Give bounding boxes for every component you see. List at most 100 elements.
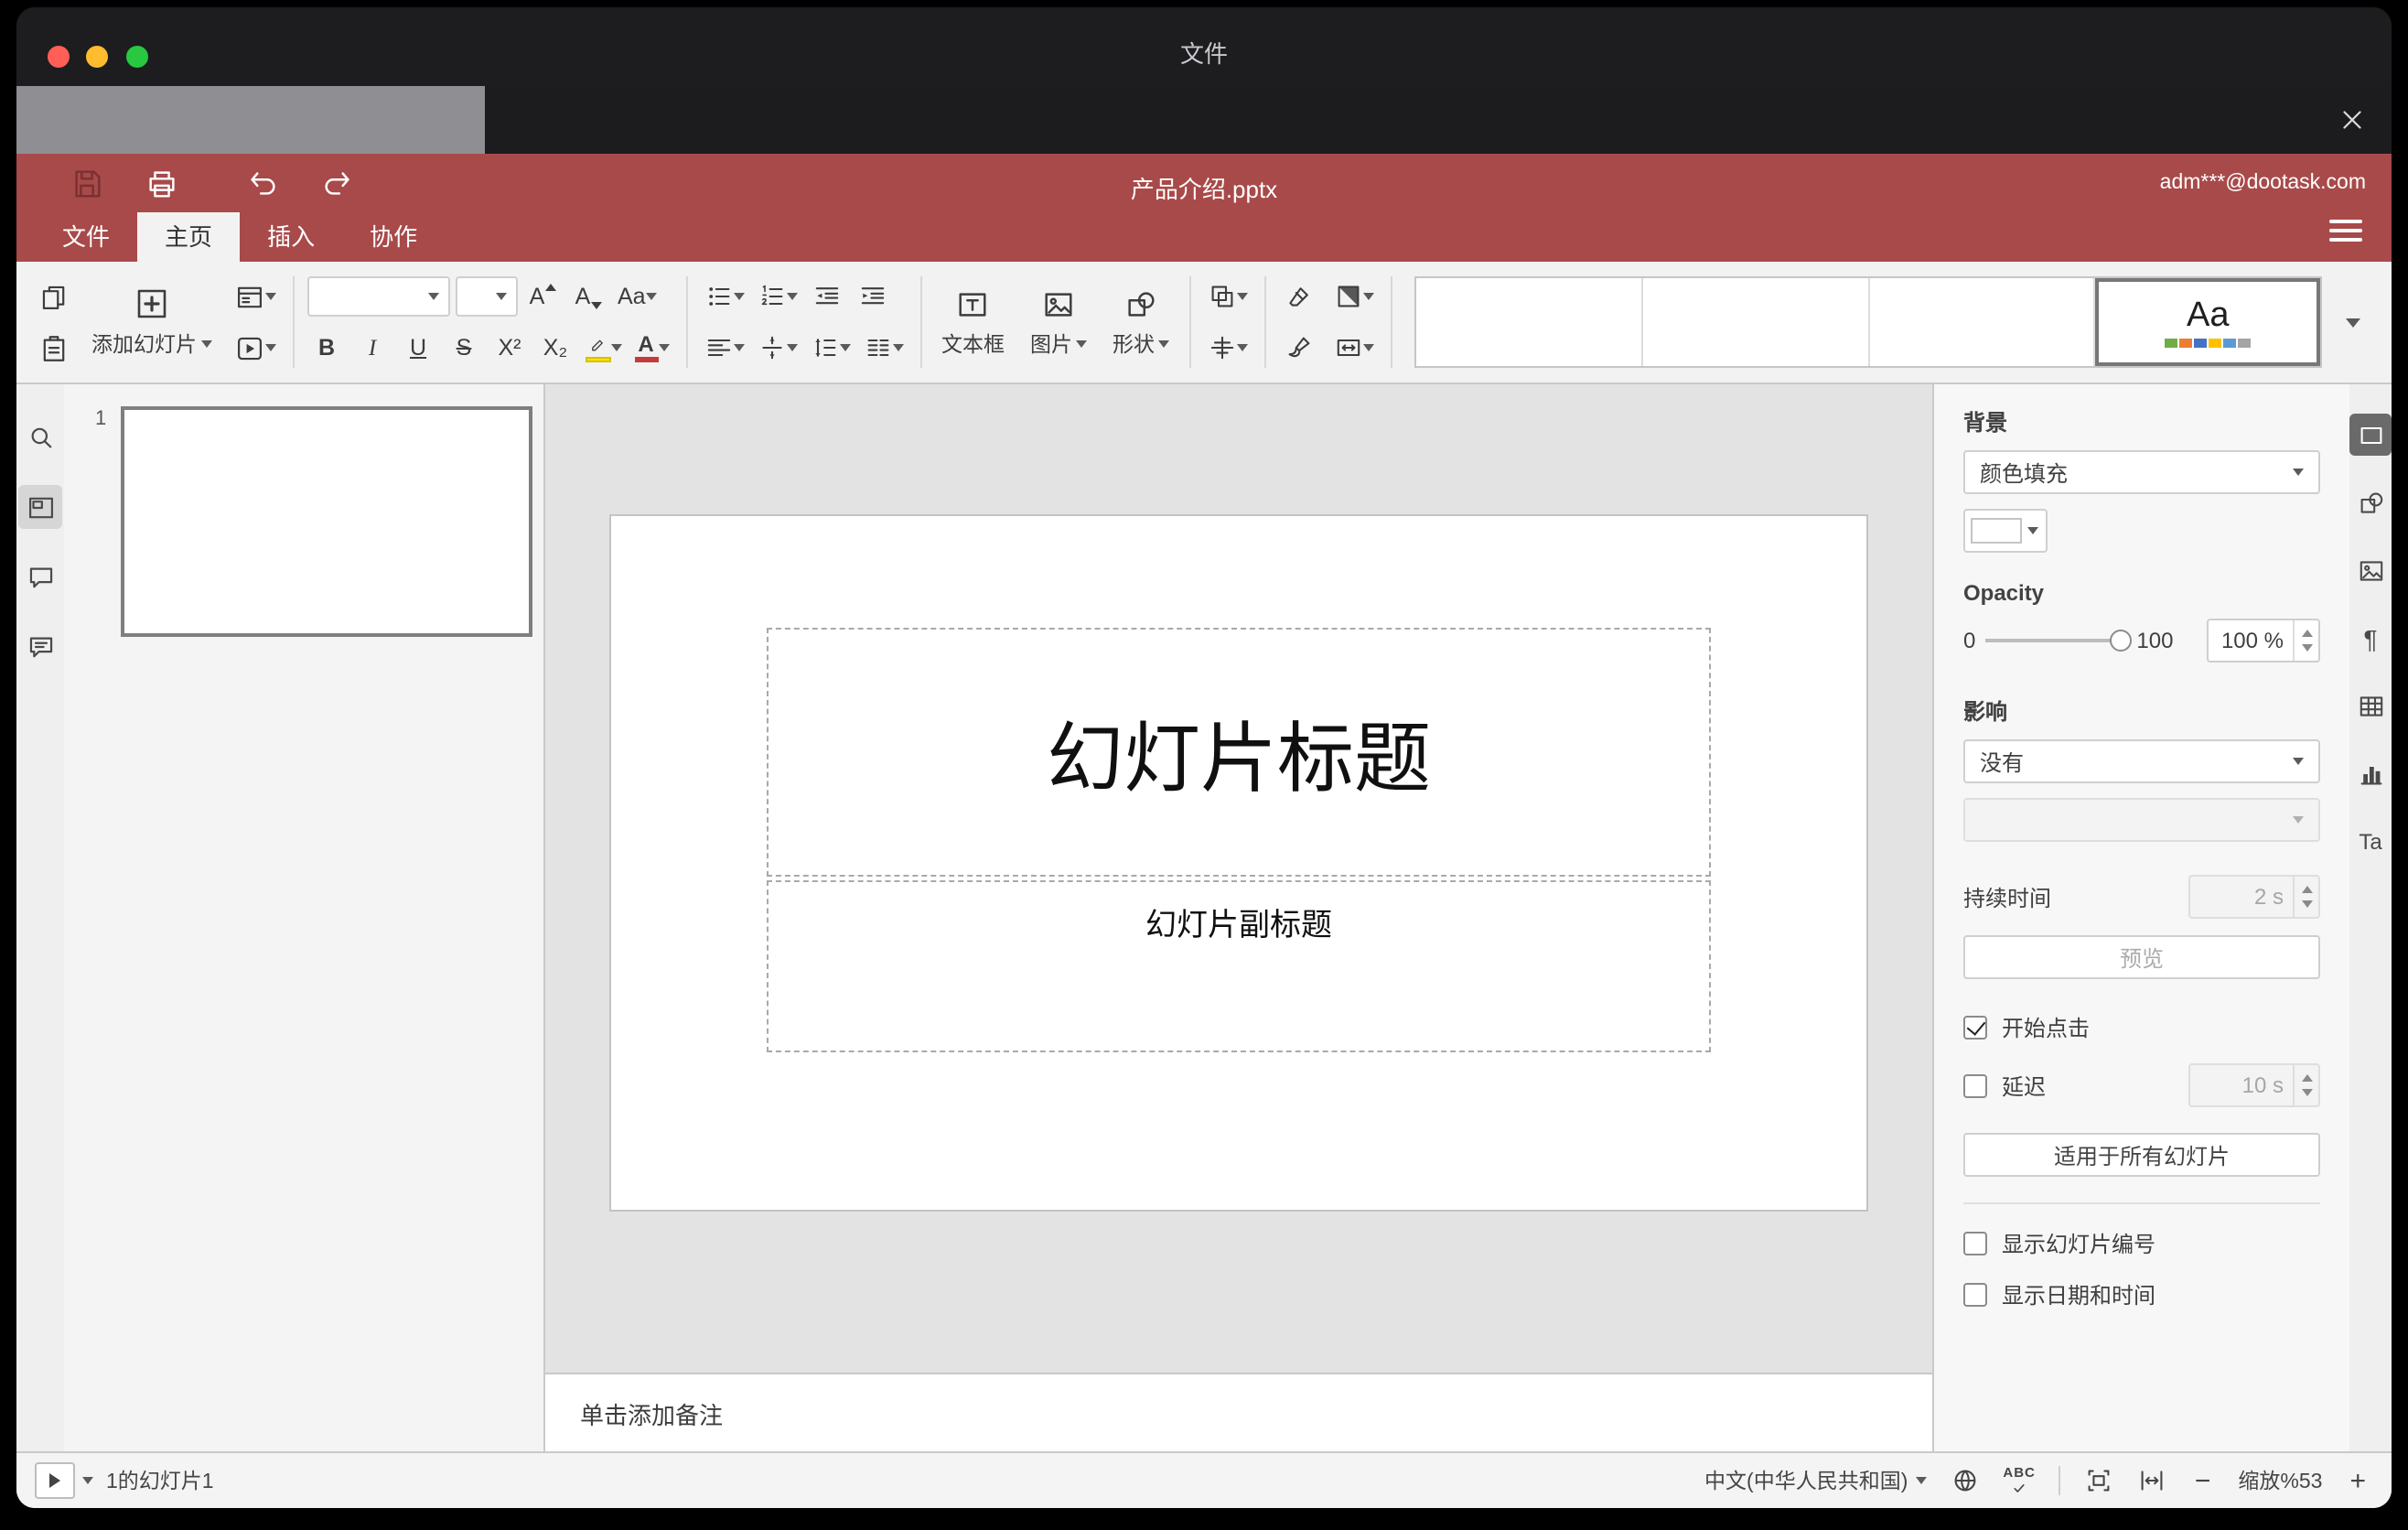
- title-placeholder[interactable]: 幻灯片标题: [767, 628, 1711, 877]
- show-slide-number-checkbox[interactable]: [1963, 1232, 1987, 1255]
- duration-input[interactable]: 2 s: [2188, 875, 2320, 919]
- start-on-click-checkbox[interactable]: [1963, 1016, 1987, 1040]
- slider-knob[interactable]: [2109, 630, 2132, 652]
- close-icon[interactable]: [2329, 97, 2373, 141]
- slide-canvas[interactable]: 幻灯片标题 幻灯片副标题: [545, 384, 1932, 1373]
- print-icon[interactable]: [143, 165, 179, 201]
- copy-style-button[interactable]: [1279, 328, 1319, 368]
- fit-width-icon[interactable]: [2138, 1466, 2167, 1495]
- line-spacing-button[interactable]: [806, 328, 854, 368]
- opacity-value-input[interactable]: 100 %: [2207, 619, 2320, 663]
- slides-panel-icon[interactable]: [18, 485, 62, 529]
- effect-select[interactable]: 没有: [1963, 739, 2320, 783]
- apply-to-all-slides-button[interactable]: 适用于所有幻灯片: [1963, 1133, 2320, 1177]
- shape-settings-tab[interactable]: [2349, 481, 2392, 523]
- zoom-in-icon[interactable]: +: [2346, 1467, 2370, 1494]
- slide-settings-tab[interactable]: [2349, 414, 2392, 456]
- spinner-down-icon[interactable]: [2301, 900, 2312, 908]
- start-slideshow-icon[interactable]: [35, 1462, 75, 1499]
- set-language-icon[interactable]: [1950, 1466, 1979, 1495]
- subtitle-placeholder[interactable]: 幻灯片副标题: [767, 880, 1711, 1052]
- change-case-button[interactable]: Aa: [614, 276, 661, 317]
- delay-checkbox[interactable]: [1963, 1073, 1987, 1097]
- superscript-button[interactable]: X²: [489, 328, 530, 368]
- add-slide-button[interactable]: 添加幻灯片: [79, 262, 224, 382]
- tab-collaboration[interactable]: 协作: [342, 212, 445, 262]
- subscript-button[interactable]: X₂: [535, 328, 575, 368]
- paragraph-settings-tab[interactable]: ¶: [2349, 617, 2392, 659]
- insert-textbox-button[interactable]: 文本框: [929, 262, 1017, 382]
- decrease-font-button[interactable]: A: [568, 276, 608, 317]
- save-icon[interactable]: [68, 165, 104, 201]
- spellcheck-icon[interactable]: ABC: [2003, 1466, 2036, 1495]
- slide[interactable]: 幻灯片标题 幻灯片副标题: [609, 514, 1868, 1212]
- tab-file[interactable]: 文件: [35, 212, 137, 262]
- fit-slide-icon[interactable]: [2085, 1466, 2114, 1495]
- spinner-down-icon[interactable]: [2301, 1089, 2312, 1096]
- fill-color-select[interactable]: [1963, 509, 2048, 553]
- theme-item-selected[interactable]: Aa: [2095, 278, 2320, 366]
- fill-type-select[interactable]: 颜色填充: [1963, 450, 2320, 494]
- columns-button[interactable]: [859, 328, 907, 368]
- undo-icon[interactable]: [243, 165, 280, 201]
- font-size-select[interactable]: [455, 276, 517, 317]
- language-select[interactable]: 中文(中华人民共和国): [1704, 1466, 1927, 1495]
- font-color-button[interactable]: A: [630, 328, 672, 368]
- feedback-panel-icon[interactable]: [18, 624, 62, 668]
- theme-item[interactable]: [1642, 278, 1869, 366]
- tab-home[interactable]: 主页: [137, 212, 241, 262]
- clear-style-button[interactable]: [1279, 276, 1319, 317]
- chart-settings-tab[interactable]: [2349, 752, 2392, 794]
- slide-size-button[interactable]: [1330, 328, 1378, 368]
- arrange-shapes-button[interactable]: [1204, 276, 1252, 317]
- spinner-up-icon[interactable]: [2301, 630, 2312, 637]
- decrease-indent-button[interactable]: [806, 276, 846, 317]
- bold-button[interactable]: B: [306, 328, 347, 368]
- insert-shape-button[interactable]: 形状: [1100, 262, 1182, 382]
- delay-input[interactable]: 10 s: [2188, 1063, 2320, 1107]
- spinner-up-icon[interactable]: [2301, 886, 2312, 893]
- spinner-buttons[interactable]: [2293, 1065, 2318, 1105]
- notes-area[interactable]: 单击添加备注: [545, 1373, 1932, 1451]
- increase-font-button[interactable]: A: [522, 276, 563, 317]
- spinner-down-icon[interactable]: [2301, 644, 2312, 652]
- image-settings-tab[interactable]: [2349, 549, 2392, 591]
- increase-indent-button[interactable]: [852, 276, 892, 317]
- paste-button[interactable]: [33, 328, 73, 368]
- theme-gallery-expand-button[interactable]: [2329, 276, 2377, 368]
- effect-type-select[interactable]: [1963, 798, 2320, 842]
- chevron-down-icon[interactable]: [82, 1477, 93, 1484]
- opacity-slider[interactable]: [1984, 628, 2132, 653]
- copy-button[interactable]: [33, 276, 73, 317]
- search-icon[interactable]: [18, 415, 62, 459]
- table-settings-tab[interactable]: [2349, 684, 2392, 727]
- slide-thumbnail[interactable]: [121, 406, 532, 637]
- menu-icon[interactable]: [2329, 214, 2362, 247]
- numbering-button[interactable]: [753, 276, 801, 317]
- underline-button[interactable]: U: [398, 328, 438, 368]
- slide-layout-button[interactable]: [230, 276, 279, 317]
- insert-image-button[interactable]: 图片: [1017, 262, 1100, 382]
- tab-insert[interactable]: 插入: [240, 212, 342, 262]
- textart-settings-tab[interactable]: Ta: [2349, 820, 2392, 862]
- preview-button[interactable]: 预览: [1963, 935, 2320, 979]
- theme-item[interactable]: [1416, 278, 1643, 366]
- vertical-align-button[interactable]: [753, 328, 801, 368]
- bullets-button[interactable]: [700, 276, 747, 317]
- spinner-up-icon[interactable]: [2301, 1074, 2312, 1082]
- horizontal-align-button[interactable]: [700, 328, 747, 368]
- start-slideshow-button[interactable]: [230, 328, 279, 368]
- comments-panel-icon[interactable]: [18, 555, 62, 598]
- theme-item[interactable]: [1869, 278, 2096, 366]
- highlight-color-button[interactable]: [581, 328, 625, 368]
- redo-icon[interactable]: [318, 165, 355, 201]
- spinner-buttons[interactable]: [2293, 877, 2318, 917]
- spinner-buttons[interactable]: [2293, 620, 2318, 661]
- italic-button[interactable]: I: [352, 328, 392, 368]
- font-name-select[interactable]: [306, 276, 449, 317]
- show-date-checkbox[interactable]: [1963, 1283, 1987, 1307]
- strikethrough-button[interactable]: S: [444, 328, 484, 368]
- color-scheme-button[interactable]: [1330, 276, 1378, 317]
- align-shapes-button[interactable]: [1204, 328, 1252, 368]
- zoom-out-icon[interactable]: −: [2191, 1467, 2215, 1494]
